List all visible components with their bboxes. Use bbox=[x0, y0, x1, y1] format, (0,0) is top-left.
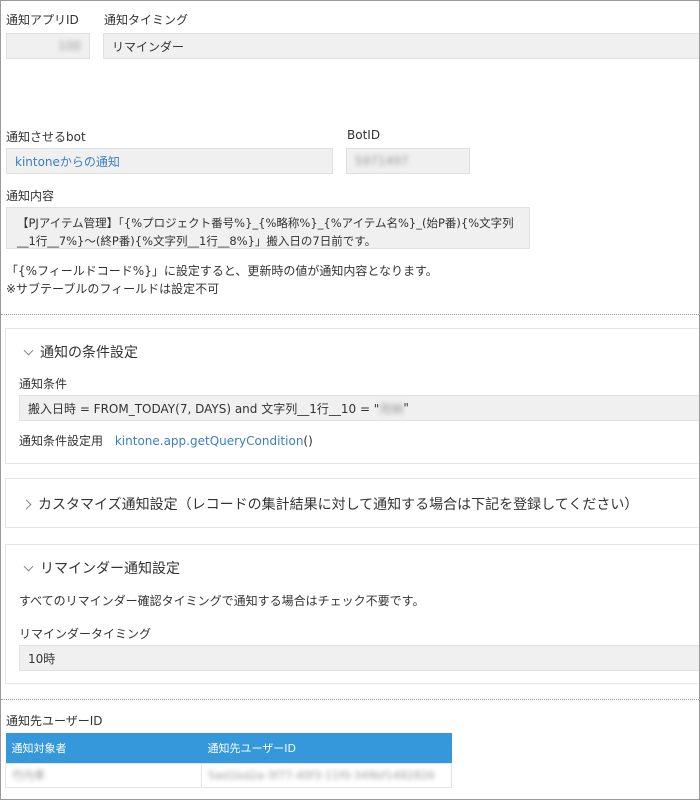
content-help-2: ※サブテーブルのフィールドは設定不可 bbox=[6, 282, 220, 296]
query-suffix: " bbox=[403, 401, 409, 415]
timing-field[interactable]: リマインダー bbox=[103, 33, 699, 59]
app-id-label: 通知アプリID bbox=[6, 13, 79, 27]
reminder-title: リマインダー通知設定 bbox=[40, 561, 180, 577]
conditions-query-field[interactable]: 搬入日時 = FROM_TODAY(7, DAYS) and 文字列__1行__… bbox=[19, 395, 699, 421]
bot-value[interactable]: kintoneからの通知 bbox=[15, 153, 120, 170]
custom-title: カスタマイズ通知設定（レコードの集計結果に対して通知する場合は下記を登録してくだ… bbox=[38, 497, 639, 513]
recipient-name: 竹内孝 bbox=[12, 769, 45, 782]
divider bbox=[1, 699, 699, 700]
timing-value: リマインダー bbox=[112, 39, 185, 54]
table-row[interactable]: 竹内孝 5ad1bd2a-3f77-40f3-11f0-349bf1482826 bbox=[5, 762, 452, 788]
reminder-timing-field[interactable]: 10時 bbox=[19, 645, 699, 671]
content-help-1: 「{%フィールドコード%}」に設定すると、更新時の値が通知内容となります。 bbox=[6, 264, 438, 278]
bot-id-field[interactable]: 5971497 bbox=[346, 148, 470, 174]
helper-label: 通知条件設定用 bbox=[19, 434, 104, 448]
app-id-field[interactable]: 100 bbox=[6, 33, 90, 59]
conditions-label: 通知条件 bbox=[19, 377, 68, 391]
conditions-title: 通知の条件設定 bbox=[40, 345, 138, 361]
chevron-down-icon bbox=[23, 561, 34, 571]
reminder-timing-label: リマインダータイミング bbox=[19, 627, 152, 641]
chevron-down-icon bbox=[23, 345, 34, 355]
column-header: 通知対象者 bbox=[5, 733, 202, 763]
column-header: 通知先ユーザーID bbox=[201, 733, 452, 763]
bot-id-value: 5971497 bbox=[355, 154, 409, 168]
bot-label: 通知させるbot bbox=[6, 130, 86, 144]
timing-label: 通知タイミング bbox=[104, 13, 189, 27]
reminder-timing-value: 10時 bbox=[28, 651, 56, 666]
query-prefix: 搬入日時 = FROM_TODAY(7, DAYS) and 文字列__1行__… bbox=[28, 401, 380, 416]
recipient-id-cell[interactable]: 5ad1bd2a-3f77-40f3-11f0-349bf1482826 bbox=[201, 762, 452, 788]
helper-link[interactable]: kintone.app.getQueryCondition bbox=[115, 434, 304, 448]
table-header-row: 通知対象者 通知先ユーザーID bbox=[5, 733, 452, 763]
helper-parens: () bbox=[303, 434, 313, 448]
app-id-value: 100 bbox=[58, 39, 81, 53]
bot-id-label: BotID bbox=[347, 128, 381, 142]
query-value: 完納 bbox=[379, 401, 404, 416]
bot-field[interactable]: kintoneからの通知 bbox=[6, 148, 333, 174]
custom-toggle[interactable]: カスタマイズ通知設定（レコードの集計結果に対して通知する場合は下記を登録してくだ… bbox=[21, 494, 639, 514]
divider bbox=[1, 314, 699, 315]
recipients-label: 通知先ユーザーID bbox=[6, 714, 103, 728]
content-field[interactable]: 【PJアイテム管理】「{%プロジェクト番号%}_{%略称%}_{%アイテム名%}… bbox=[6, 207, 530, 249]
reminder-description: すべてのリマインダー確認タイミングで通知する場合はチェック不要です。 bbox=[19, 594, 425, 608]
conditions-helper: 通知条件設定用 kintone.app.getQueryCondition() bbox=[19, 432, 313, 449]
recipient-user-id: 5ad1bd2a-3f77-40f3-11f0-349bf1482826 bbox=[208, 768, 435, 782]
reminder-toggle[interactable]: リマインダー通知設定 bbox=[23, 558, 180, 578]
conditions-toggle[interactable]: 通知の条件設定 bbox=[23, 342, 138, 362]
recipients-table: 通知対象者 通知先ユーザーID 竹内孝 5ad1bd2a-3f77-40f3-1… bbox=[5, 733, 452, 788]
recipient-name-cell[interactable]: 竹内孝 bbox=[5, 762, 202, 788]
content-label: 通知内容 bbox=[6, 189, 55, 203]
settings-form: 通知アプリID 100 通知タイミング リマインダー 通知させるbot kint… bbox=[0, 0, 700, 800]
